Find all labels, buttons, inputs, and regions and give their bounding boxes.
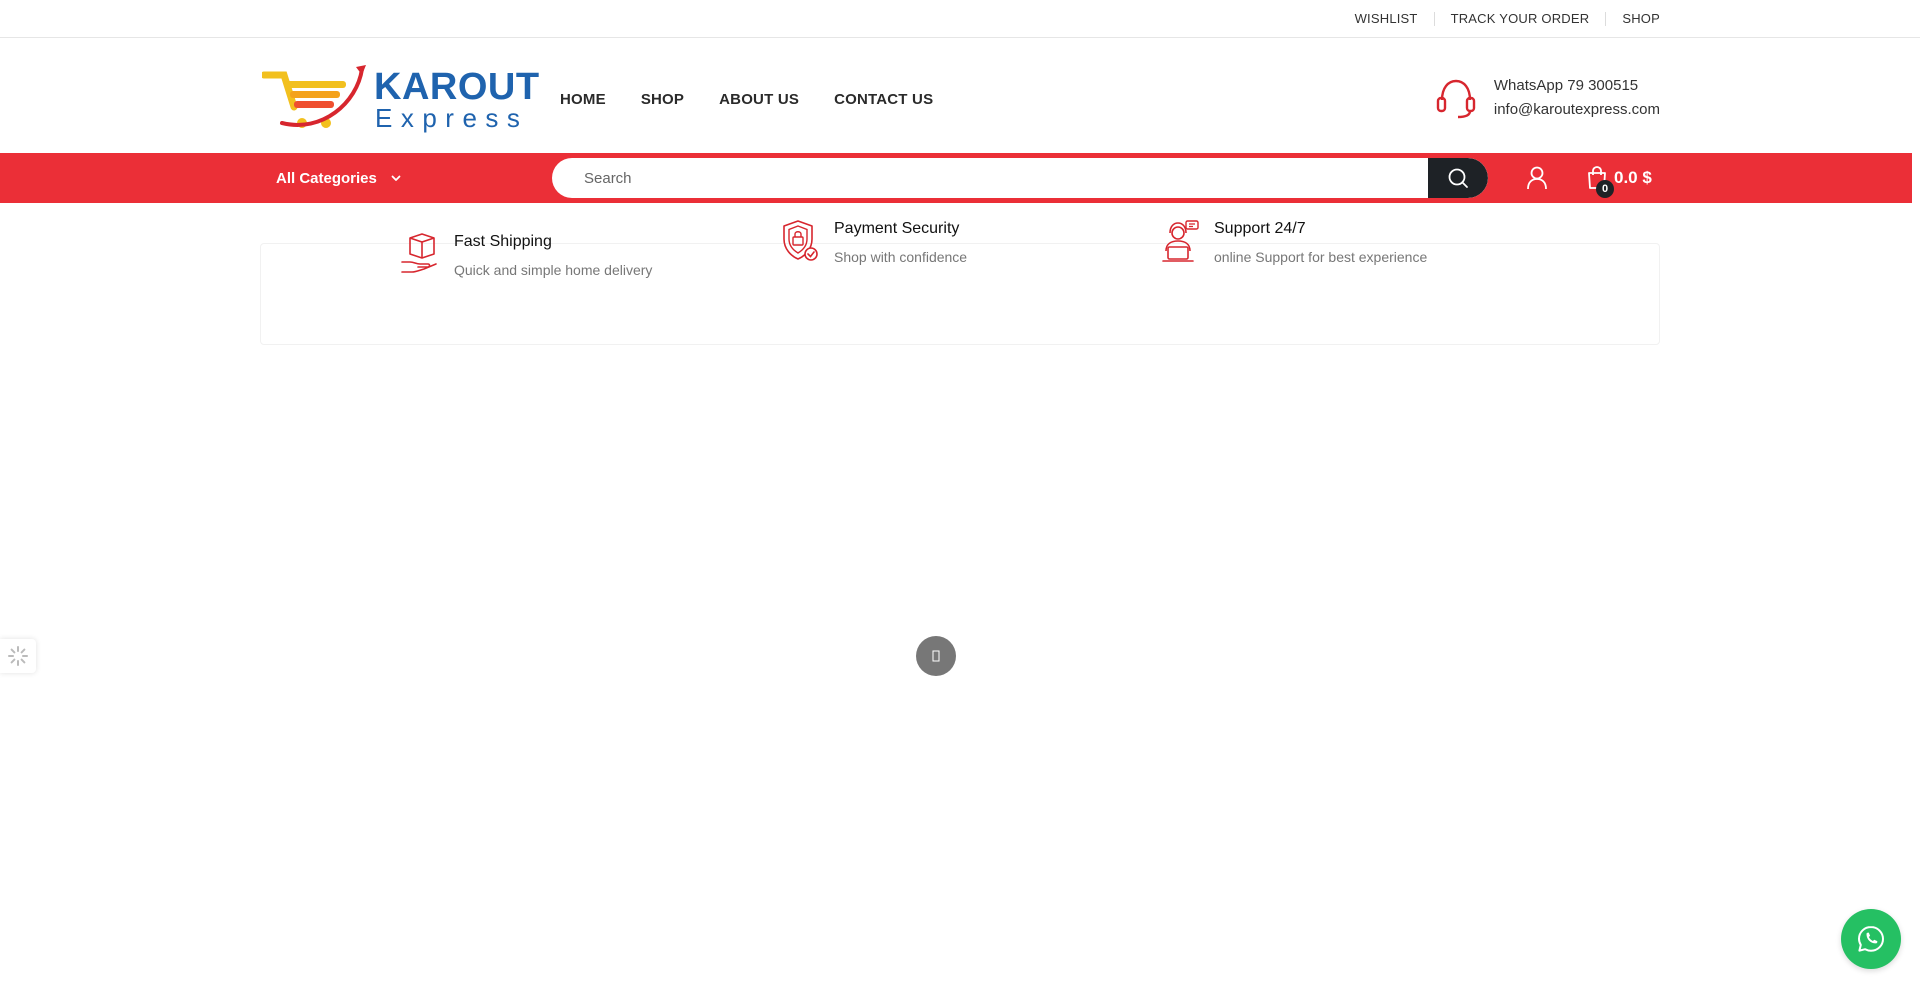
site-logo[interactable]: KAROUT Express (262, 63, 539, 133)
contact-whatsapp[interactable]: WhatsApp 79 300515 (1494, 74, 1660, 98)
headset-icon (1436, 79, 1476, 119)
security-shield-icon (783, 220, 818, 261)
chevron-down-icon (391, 175, 401, 181)
nav-about-us[interactable]: ABOUT US (719, 91, 799, 108)
nav-contact-us[interactable]: CONTACT US (834, 91, 933, 108)
mini-cart[interactable]: 0 0.0 $ (1586, 153, 1652, 203)
page-loader-icon (916, 636, 956, 676)
side-loading-tab[interactable] (0, 639, 36, 673)
whatsapp-chat-button[interactable] (1841, 909, 1901, 969)
feature-desc: Quick and simple home delivery (454, 262, 653, 278)
spinner-icon (8, 646, 28, 666)
feature-payment-security: Payment Security Shop with confidence (780, 219, 967, 265)
search-bar-strip: All Categories 0 0.0 $ (0, 153, 1912, 203)
feature-title: Payment Security (834, 220, 960, 237)
top-link-track-order[interactable]: TRACK YOUR ORDER (1433, 12, 1606, 26)
cart-icon-wrap: 0 (1586, 166, 1614, 198)
logo-wordmark: KAROUT (374, 66, 540, 108)
cart-logo-icon (262, 65, 366, 128)
nav-shop[interactable]: SHOP (641, 91, 684, 108)
site-header: KAROUT Express HOME SHOP ABOUT US CONTAC… (0, 38, 1920, 153)
header-contact: WhatsApp 79 300515 info@karoutexpress.co… (1434, 74, 1660, 122)
search-button[interactable] (1428, 158, 1488, 198)
shipping-box-icon (401, 233, 437, 273)
top-link-shop[interactable]: SHOP (1605, 12, 1660, 26)
main-nav: HOME SHOP ABOUT US CONTACT US (560, 38, 968, 160)
cart-count-badge: 0 (1596, 180, 1614, 198)
feature-desc: Shop with confidence (834, 249, 968, 265)
feature-fast-shipping: Fast Shipping Quick and simple home deli… (400, 232, 652, 278)
top-link-wishlist[interactable]: WISHLIST (1339, 12, 1434, 26)
search-icon (1448, 168, 1468, 188)
top-links: WISHLIST TRACK YOUR ORDER SHOP (1339, 0, 1660, 38)
search-box (552, 158, 1488, 198)
logo-subtitle: Express (375, 103, 529, 133)
feature-title: Support 24/7 (1214, 220, 1306, 237)
loader-glyph-icon (932, 650, 940, 662)
all-categories-dropdown[interactable]: All Categories (276, 153, 401, 203)
all-categories-label: All Categories (276, 169, 377, 187)
nav-home[interactable]: HOME (560, 91, 606, 108)
top-bar: WISHLIST TRACK YOUR ORDER SHOP (0, 0, 1920, 38)
support-agent-icon (1162, 220, 1199, 262)
feature-title: Fast Shipping (454, 233, 552, 250)
user-account-icon[interactable] (1526, 166, 1548, 190)
whatsapp-icon (1858, 926, 1884, 952)
cart-total: 0.0 $ (1614, 168, 1652, 187)
feature-desc: online Support for best experience (1214, 249, 1428, 265)
search-input[interactable] (552, 158, 1428, 198)
feature-support: Support 24/7 online Support for best exp… (1160, 219, 1427, 265)
contact-email[interactable]: info@karoutexpress.com (1494, 98, 1660, 122)
